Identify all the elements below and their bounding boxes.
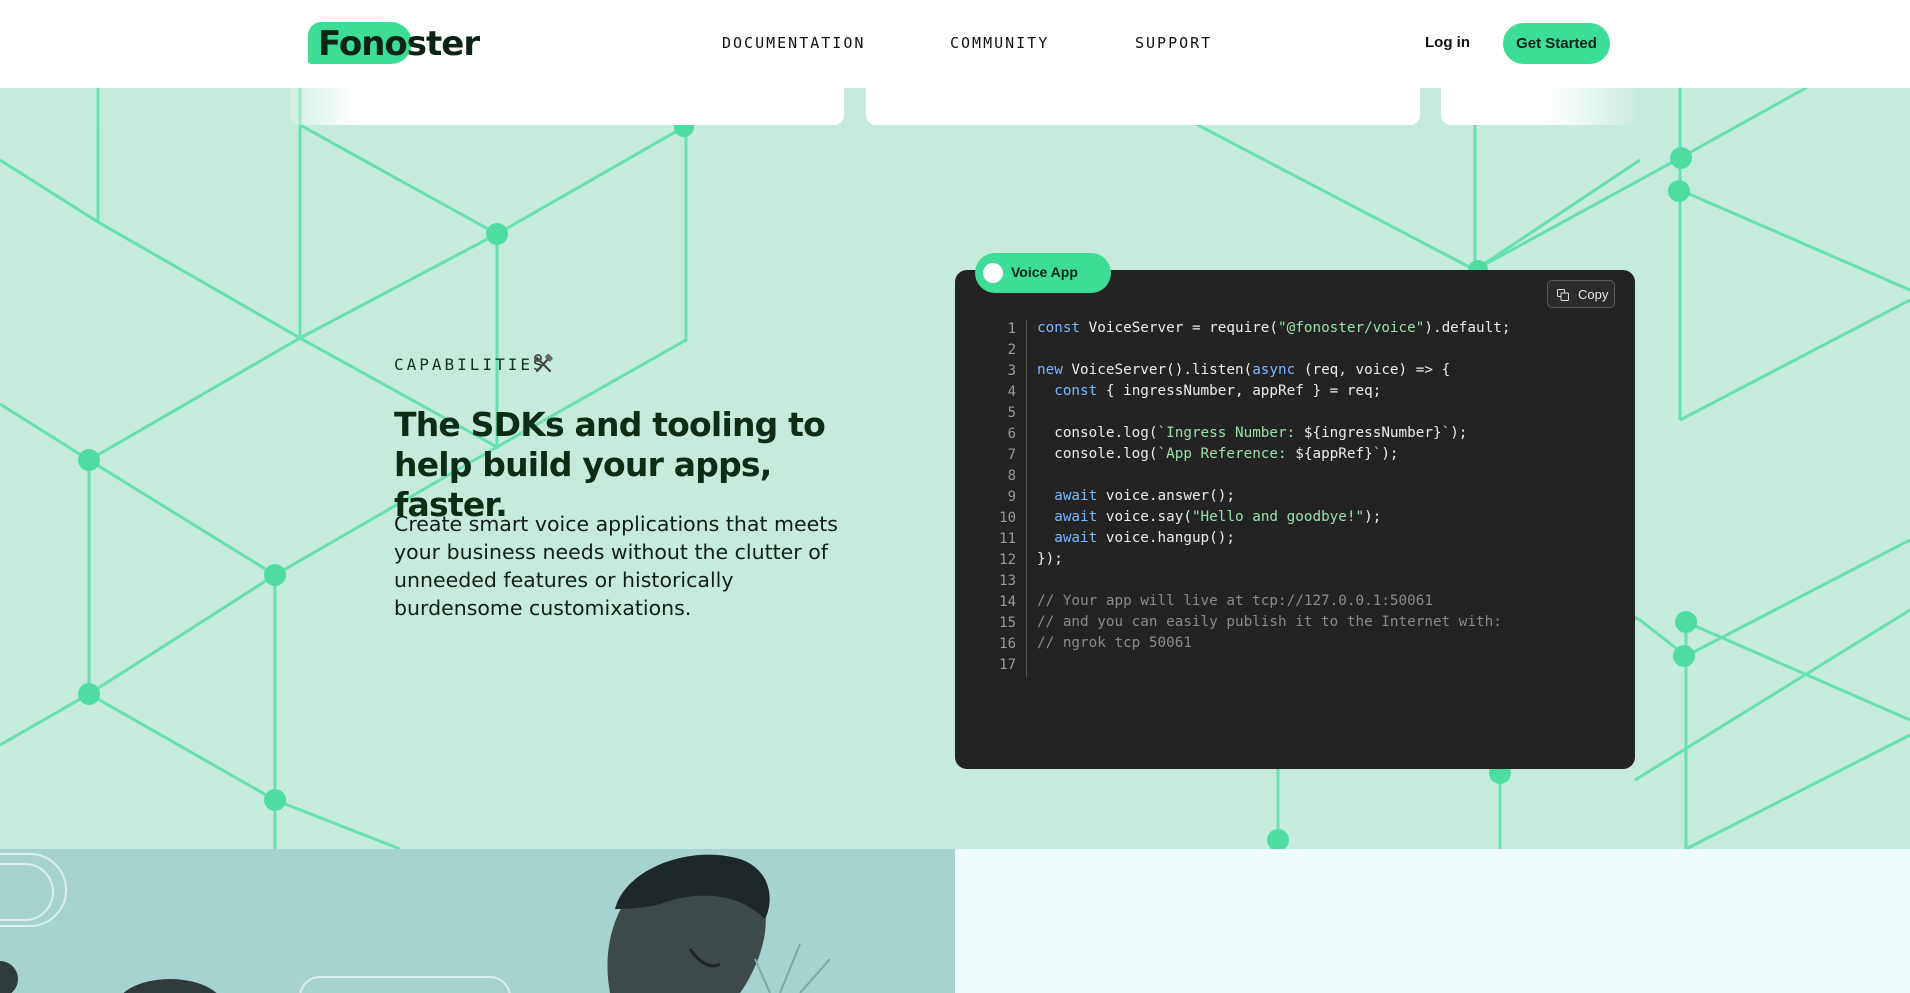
photo-panel [0, 849, 955, 993]
capabilities-headline: The SDKs and tooling to help build your … [394, 405, 826, 524]
code-line-number: 10 [999, 510, 1016, 526]
code-line-number: 4 [1007, 384, 1016, 400]
feature-card [1441, 88, 1636, 125]
code-line-number: 7 [1007, 447, 1016, 463]
code-line: const VoiceServer = require("@fonoster/v… [1037, 320, 1511, 336]
feature-card [866, 88, 1420, 125]
code-line: // Your app will live at tcp://127.0.0.1… [1037, 593, 1433, 609]
nav-support[interactable]: SUPPORT [1135, 34, 1212, 52]
code-line-number: 1 [1007, 321, 1016, 337]
code-line-number: 5 [1007, 405, 1016, 421]
code-line: await voice.answer(); [1054, 488, 1235, 504]
feature-card [290, 88, 844, 125]
voice-app-tab[interactable]: Voice App [975, 253, 1111, 293]
code-line: console.log(`App Reference: ${appRef}`); [1037, 446, 1399, 462]
code-line-number: 9 [1007, 489, 1016, 505]
tab-dot-icon [983, 263, 1003, 283]
code-line-number: 8 [1007, 468, 1016, 484]
code-line: }); [1037, 551, 1063, 567]
code-line: await voice.hangup(); [1054, 530, 1235, 546]
code-line-number: 2 [1007, 342, 1016, 358]
content-panel [955, 849, 1910, 993]
capabilities-body: Create smart voice applications that mee… [394, 512, 838, 620]
people-photo [0, 849, 955, 993]
logo-text: Fonoster [318, 24, 480, 64]
code-line-number: 11 [999, 531, 1016, 547]
code-line: console.log(`Ingress Number: ${ingressNu… [1037, 425, 1468, 441]
nav-documentation[interactable]: DOCUMENTATION [722, 34, 865, 52]
nav-community[interactable]: COMMUNITY [950, 34, 1049, 52]
code-line: // and you can easily publish it to the … [1037, 614, 1502, 630]
capabilities-eyebrow: CAPABILITIES [394, 355, 546, 374]
site-header: Fonoster DOCUMENTATION COMMUNITY SUPPORT… [0, 0, 1910, 88]
code-gutter-divider [1026, 320, 1027, 677]
code-line-number: 16 [999, 636, 1016, 652]
code-line-number: 6 [1007, 426, 1016, 442]
code-line-number: 14 [999, 594, 1016, 610]
get-started-button[interactable]: Get Started [1503, 23, 1610, 64]
code-line-number: 12 [999, 552, 1016, 568]
code-line: await voice.say("Hello and goodbye!"); [1054, 509, 1382, 525]
code-line-number: 3 [1007, 363, 1016, 379]
code-line: new VoiceServer().listen(async (req, voi… [1037, 362, 1451, 378]
copy-button[interactable]: Copy [1547, 280, 1615, 308]
tools-icon [533, 353, 555, 381]
copy-label: Copy [1578, 287, 1609, 302]
code-line: // ngrok tcp 50061 [1037, 635, 1192, 651]
code-line: const { ingressNumber, appRef } = req; [1054, 383, 1382, 399]
code-line-number: 17 [999, 657, 1016, 673]
code-line-number: 15 [999, 615, 1016, 631]
login-link[interactable]: Log in [1425, 34, 1470, 51]
code-line-number: 13 [999, 573, 1016, 589]
tab-label: Voice App [1011, 264, 1078, 280]
copy-icon [1557, 289, 1569, 301]
